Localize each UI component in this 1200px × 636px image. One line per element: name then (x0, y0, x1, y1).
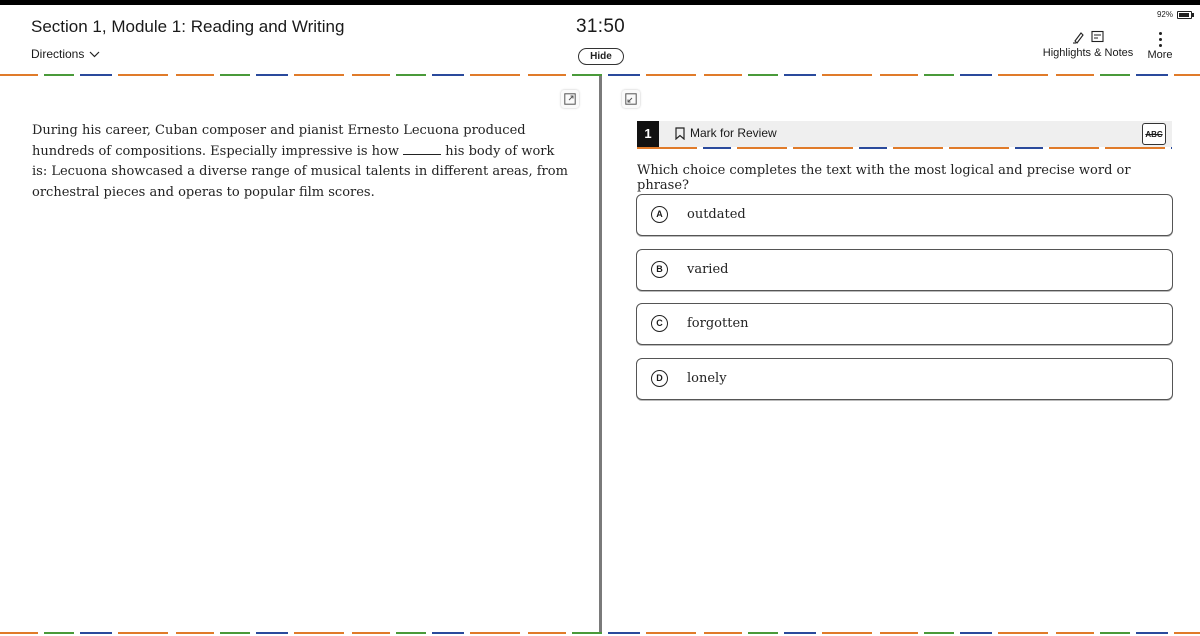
expand-question-button[interactable] (622, 90, 640, 108)
expand-icon (564, 93, 576, 105)
test-header: Section 1, Module 1: Reading and Writing… (0, 5, 1200, 73)
directions-toggle[interactable]: Directions (31, 47, 100, 61)
hide-timer-button[interactable]: Hide (578, 48, 624, 65)
mark-for-review-label: Mark for Review (690, 126, 777, 140)
notes-icon (1091, 30, 1104, 43)
choice-b[interactable]: B varied (636, 249, 1173, 291)
choice-d[interactable]: D lonely (636, 358, 1173, 400)
choice-text: outdated (687, 207, 746, 222)
highlights-notes-label: Highlights & Notes (1042, 47, 1134, 59)
collapse-icon (625, 93, 637, 105)
choice-text: varied (687, 262, 729, 277)
more-vertical-icon (1144, 27, 1176, 49)
bookmark-icon (675, 126, 685, 140)
choice-text: lonely (687, 371, 727, 386)
more-label: More (1147, 49, 1173, 61)
section-title: Section 1, Module 1: Reading and Writing (31, 17, 345, 36)
choice-letter: D (651, 370, 668, 387)
choice-text: forgotten (687, 316, 749, 331)
highlights-notes-button[interactable]: Highlights & Notes (1041, 27, 1135, 59)
expand-passage-button[interactable] (561, 90, 579, 108)
abc-strikethrough-icon: ABC (1145, 129, 1163, 139)
highlighter-pen-icon (1073, 32, 1084, 44)
question-header-underline (637, 147, 1172, 149)
passage-blank (403, 142, 442, 155)
choice-letter: A (651, 206, 668, 223)
mark-for-review-button[interactable]: Mark for Review (675, 126, 777, 140)
choice-letter: C (651, 315, 668, 332)
choice-c[interactable]: C forgotten (636, 303, 1173, 345)
choice-a[interactable]: A outdated (636, 194, 1173, 236)
question-number: 1 (637, 121, 659, 147)
pane-divider[interactable] (599, 76, 602, 632)
choice-letter: B (651, 261, 668, 278)
more-menu-button[interactable]: More (1144, 27, 1176, 61)
passage-text: During his career, Cuban composer and pi… (32, 121, 572, 203)
footer-divider (0, 632, 1200, 634)
directions-label: Directions (31, 47, 85, 61)
chevron-down-icon (89, 51, 100, 57)
question-prompt: Which choice completes the text with the… (637, 163, 1131, 193)
answer-eliminator-button[interactable]: ABC (1142, 123, 1166, 145)
countdown-timer: 31:50 (576, 16, 626, 37)
